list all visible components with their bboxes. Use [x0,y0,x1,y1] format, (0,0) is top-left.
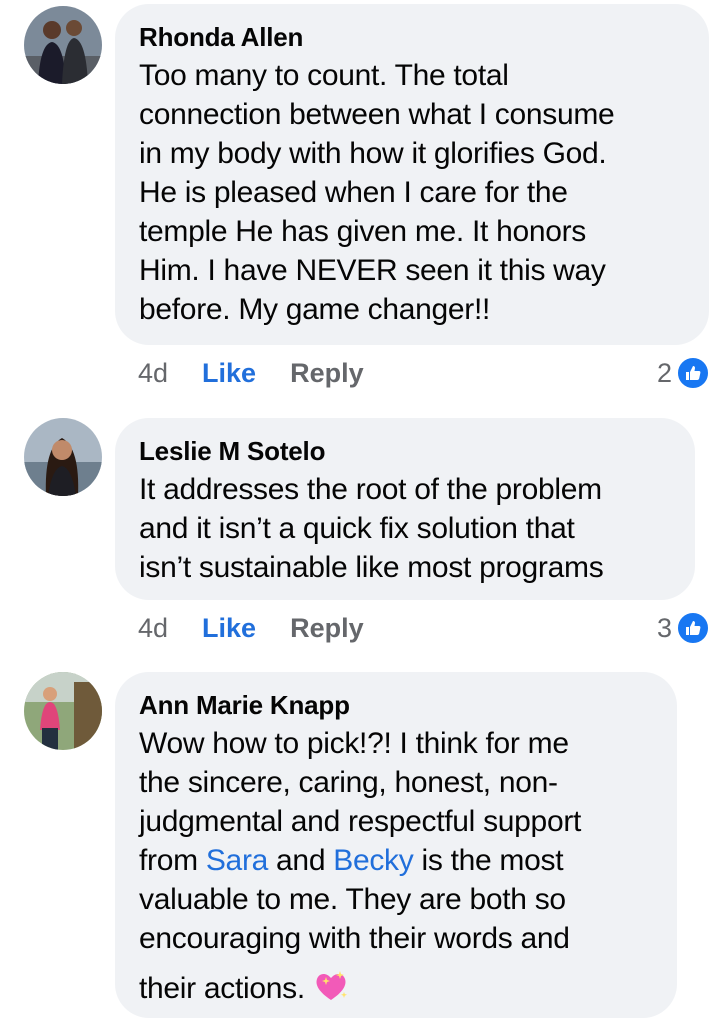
comment-text-fragment: is the most [413,844,564,877]
comment-timestamp[interactable]: 4d [138,613,168,644]
comment-actions: 4d Like Reply [138,355,364,391]
comment-line: judgmental and respectful support [139,805,582,838]
comment-line: before. My game changer!! [139,293,491,326]
comment-line: Him. I have NEVER seen it this way [139,254,606,287]
comment-text: Too many to count. The total connection … [139,56,687,329]
comment-line: Wow how to pick!?! I think for me [139,727,569,760]
comment-bubble: Leslie M Sotelo It addresses the root of… [115,418,695,600]
comment-line: isn’t sustainable like most programs [139,551,604,584]
comment-timestamp[interactable]: 4d [138,358,168,389]
like-button[interactable]: Like [202,613,256,644]
comment-text-fragment: their actions. [139,972,305,1005]
avatar-photo [24,418,102,496]
reaction-summary[interactable]: 3 [657,610,710,646]
sparkling-heart-icon [316,971,347,1000]
mention-link-sara[interactable]: Sara [206,844,268,877]
avatar[interactable] [24,672,102,750]
comment-actions: 4d Like Reply [138,610,364,646]
reply-button[interactable]: Reply [290,358,364,389]
comment-line: and it isn’t a quick fix solution that [139,512,575,545]
comment-line: encouraging with their words and [139,922,570,955]
like-button[interactable]: Like [202,358,256,389]
comment-text: Wow how to pick!?! I think for me the si… [139,724,655,1008]
comment-text-fragment: from [139,844,206,877]
comment-text: It addresses the root of the problem and… [139,470,673,587]
reply-button[interactable]: Reply [290,613,364,644]
reaction-summary[interactable]: 2 [657,355,710,391]
comment-bubble: Rhonda Allen Too many to count. The tota… [115,4,709,345]
comment-author[interactable]: Rhonda Allen [139,22,687,52]
like-thumb-icon [676,356,710,390]
avatar-photo [24,672,102,750]
comment-author[interactable]: Leslie M Sotelo [139,436,673,466]
comment-line: valuable to me. They are both so [139,883,566,916]
comment-author[interactable]: Ann Marie Knapp [139,690,655,720]
like-thumb-icon [676,611,710,645]
comment-line: It addresses the root of the problem [139,473,602,506]
comment-line: from Sara and Becky is the most [139,841,655,880]
comment-line: the sincere, caring, honest, non- [139,766,558,799]
comment-line: Too many to count. The total [139,59,509,92]
mention-link-becky[interactable]: Becky [333,844,414,877]
comment-line: He is pleased when I care for the [139,176,568,209]
avatar[interactable] [24,418,102,496]
comment-line: connection between what I consume [139,98,615,131]
comment-line: their actions. [139,968,655,1008]
comment-line: in my body with how it glorifies God. [139,137,607,170]
comment-line: temple He has given me. It honors [139,215,586,248]
reaction-count: 2 [656,357,672,388]
avatar[interactable] [24,6,102,84]
reaction-count: 3 [656,612,672,643]
comment-text-fragment: and [268,844,334,877]
comment-bubble: Ann Marie Knapp Wow how to pick!?! I thi… [115,672,677,1018]
avatar-photo [24,6,102,84]
